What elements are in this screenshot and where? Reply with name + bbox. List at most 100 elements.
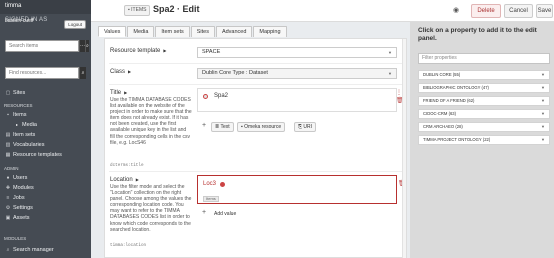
caret-right-icon[interactable]: ▶ (163, 48, 166, 53)
language-icon[interactable] (203, 94, 208, 99)
title-label-text: Title (110, 90, 122, 96)
vocabulary-timma-project-ontology[interactable]: TIMMA PROJECT ONTOLOGY (22) ▼ (418, 135, 550, 145)
vocabulary-friend-of-a-friend[interactable]: FRIEND OF A FRIEND (62) ▼ (418, 96, 550, 106)
section-badge-label: ITEMS (131, 7, 147, 13)
add-uri-button[interactable]: ⎘ URI (294, 122, 317, 132)
sidebar-item-settings[interactable]: ⚙ Settings (0, 203, 91, 212)
sidebar-item-assets[interactable]: ▣ Assets (0, 213, 91, 222)
vocabulary-dublin-core[interactable]: DUBLIN CORE (55) ▼ (418, 70, 550, 80)
plus-icon[interactable]: + (202, 122, 206, 129)
vocabulary-cidoc-crm[interactable]: CIDOC-CRM (63) ▼ (418, 109, 550, 119)
caret-right-icon[interactable]: ▶ (124, 90, 127, 95)
sidebar-item-items[interactable]: ▪ Items (0, 110, 91, 119)
vocabulary-label: TIMMA PROJECT ONTOLOGY (22) (423, 137, 491, 142)
chevron-down-icon: ▼ (388, 50, 392, 55)
add-omeka-resource-button[interactable]: ▪ Omeka resource (237, 122, 286, 132)
class-label: Class ▶ (110, 69, 131, 75)
modules-icon: ✚ (5, 184, 11, 191)
sidebar-item-vocabularies[interactable]: ▥ Vocabularies (0, 140, 91, 149)
eye-icon[interactable]: ◉ (453, 6, 459, 14)
sidebar-item-label: Media (22, 121, 37, 128)
sidebar-item-sites[interactable]: ▢ Sites (0, 88, 91, 97)
plus-icon[interactable]: + (202, 209, 206, 216)
class-select[interactable]: Dublin Core Type : Dataset ▼ (197, 68, 397, 79)
sidebar-item-label: Modules (13, 184, 34, 191)
class-label-text: Class (110, 69, 126, 75)
sidebar-item-item-sets[interactable]: ▤ Item sets (0, 130, 91, 139)
property-selector-panel: Click on a property to add it to the edi… (410, 22, 554, 258)
search-icon[interactable]: ⌕ (79, 67, 86, 79)
sidebar-item-label: Jobs (13, 194, 25, 201)
sidebar-item-resource-templates[interactable]: ▦ Resource templates (0, 150, 91, 159)
chevron-down-icon: ▼ (541, 85, 545, 90)
location-value[interactable]: Loc3 (203, 181, 216, 187)
sidebar-item-label: Search manager (13, 246, 54, 253)
caret-right-icon[interactable]: ▶ (128, 69, 131, 74)
sidebar-item-label: Vocabularies (13, 141, 45, 148)
remove-link-icon[interactable] (220, 182, 225, 187)
tab-sites[interactable]: Sites (190, 26, 215, 37)
vocabulary-label: FRIEND OF A FRIEND (62) (423, 98, 475, 103)
users-icon: ● (6, 174, 10, 181)
location-term: timma:location (110, 243, 147, 248)
search-input[interactable] (5, 40, 79, 52)
sidebar-item-media[interactable]: ▸ Media (0, 120, 91, 129)
assets-icon: ▣ (5, 214, 11, 221)
resource-template-label: Resource template ▶ (110, 48, 166, 54)
modules-heading: MODULES (4, 236, 27, 241)
jobs-icon: ≡ (6, 194, 10, 201)
signed-in-block: SIGNED IN AS bastien-cueff Logout (0, 14, 91, 29)
sidebar-item-jobs[interactable]: ≡ Jobs (0, 193, 91, 202)
resource-template-select[interactable]: SPACE ▼ (197, 47, 397, 58)
sidebar-item-modules[interactable]: ✚ Modules (0, 183, 91, 192)
tab-item-sets[interactable]: Item sets (155, 26, 190, 37)
save-button[interactable]: Save (536, 4, 553, 18)
find-resources: ⌕ (5, 67, 86, 79)
sidebar-item-users[interactable]: ● Users (0, 173, 91, 182)
sidebar-item-label: Resource templates (13, 151, 62, 158)
add-text-button[interactable]: ≣ Text (211, 122, 234, 132)
resource-template-label-text: Resource template (110, 48, 161, 54)
chevron-down-icon: ▼ (541, 98, 545, 103)
templates-icon: ▦ (5, 151, 11, 158)
resource-type-tag: Items (203, 196, 219, 202)
location-value-field[interactable]: Loc3 Items (197, 175, 397, 204)
title-value-field[interactable]: Spa2 (197, 88, 397, 112)
caret-right-icon[interactable]: ▶ (136, 177, 139, 182)
tab-values[interactable]: Values (98, 26, 127, 37)
tab-mapping[interactable]: Mapping (253, 26, 287, 37)
title-description: Use the TIMMA DATABASE CODES list availa… (110, 97, 192, 146)
signed-in-label: SIGNED IN AS (5, 17, 48, 23)
title-value[interactable]: Spa2 (214, 93, 228, 99)
delete-button[interactable]: Delete (471, 4, 501, 18)
resources-heading: RESOURCES (4, 103, 33, 108)
edit-tabs: Values Media Item sets Sites Advanced Ma… (98, 26, 288, 37)
add-value-button[interactable]: Add value (211, 210, 240, 220)
brand-name[interactable]: timma (0, 0, 91, 14)
tab-advanced[interactable]: Advanced (215, 26, 253, 37)
vocabulary-crm-archaeo[interactable]: CRM ARCHAEO (28) ▼ (418, 122, 550, 132)
logout-button[interactable]: Logout (64, 20, 86, 29)
sidebar-item-search-manager[interactable]: ⌕ Search manager (0, 245, 91, 254)
vocabulary-label: CRM ARCHAEO (28) (423, 124, 463, 129)
find-resources-input[interactable] (5, 67, 79, 79)
divider (109, 171, 403, 172)
location-description: Use the filter mode and select the "Loca… (110, 184, 192, 233)
search-icon[interactable]: ⌕ (85, 40, 89, 52)
cancel-button[interactable]: Cancel (504, 4, 533, 18)
vocabulary-bibliographic-ontology[interactable]: BIBLIOGRAPHIC ONTOLOGY (47) ▼ (418, 83, 550, 93)
admin-heading: ADMIN (4, 166, 19, 171)
vocabulary-label: BIBLIOGRAPHIC ONTOLOGY (47) (423, 85, 489, 90)
chevron-down-icon: ▼ (541, 124, 545, 129)
tab-media[interactable]: Media (127, 26, 155, 37)
caret-right-icon: ▸ (15, 122, 18, 127)
items-icon: ▪ (7, 111, 9, 118)
chevron-down-icon: ▼ (388, 71, 392, 76)
filter-properties-input[interactable]: Filter properties (418, 53, 550, 64)
scrollbar[interactable] (402, 39, 406, 258)
class-value: Dublin Core Type : Dataset (202, 70, 268, 76)
settings-icon: ⚙ (5, 204, 11, 211)
add-uri-label: URI (303, 124, 313, 130)
sidebar-item-label: Items (13, 111, 27, 118)
divider (109, 63, 403, 64)
